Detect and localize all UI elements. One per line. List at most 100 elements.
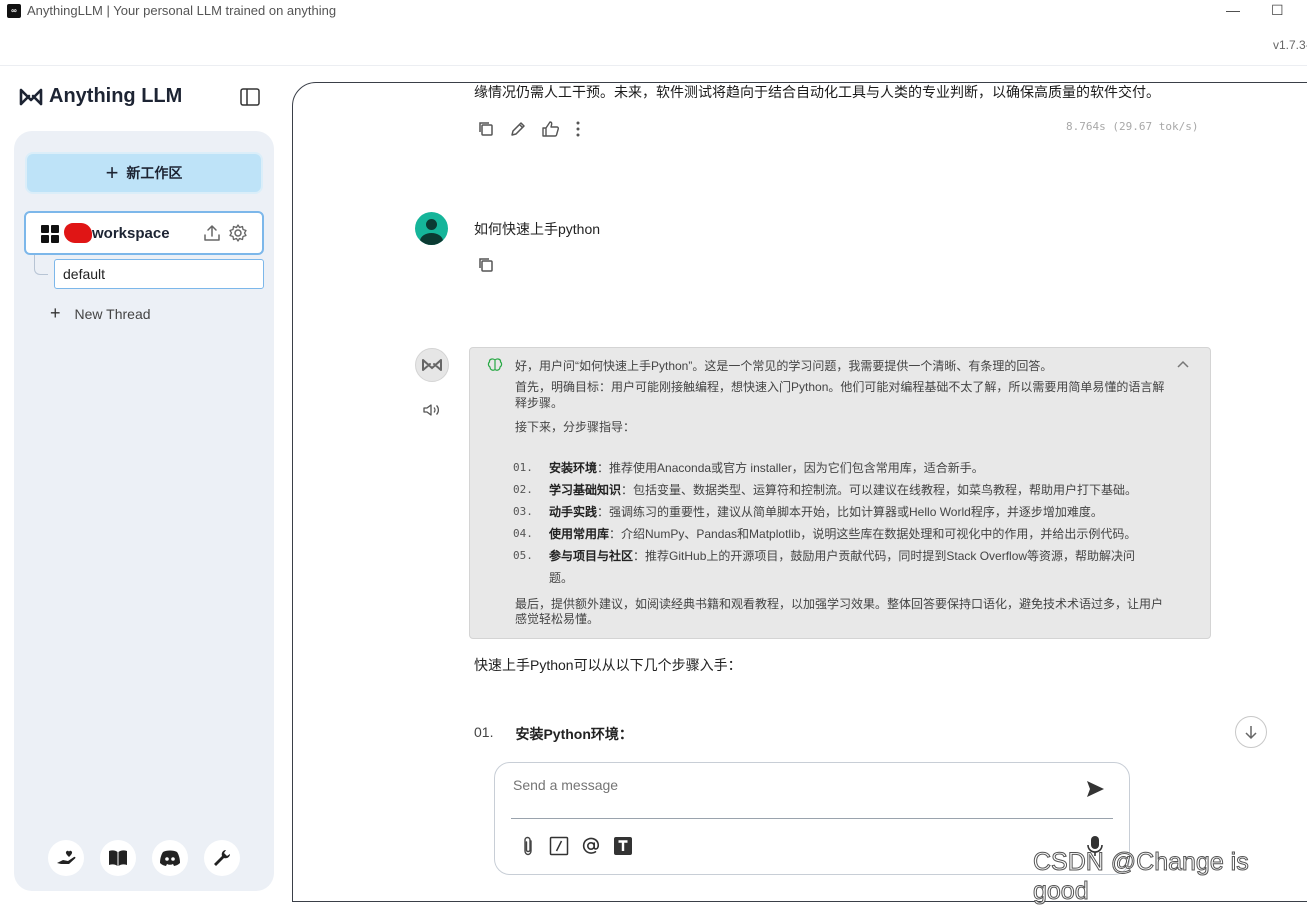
upload-button[interactable] [202, 223, 222, 248]
send-icon [1087, 781, 1104, 797]
thinking-step: 03. 动手实践：强调练习的重要性，建议从简单脚本开始，比如计算器或Hello … [513, 501, 1154, 523]
minimize-button[interactable]: — [1226, 2, 1240, 18]
community-hub-button[interactable] [48, 840, 84, 876]
window-title: AnythingLLM | Your personal LLM trained … [27, 3, 337, 18]
thinking-block: 好，用户问“如何快速上手Python”。这是一个常见的学习问题，我需要提供一个清… [469, 347, 1211, 639]
sidebar-footer [48, 840, 240, 876]
workspace-panel: + 新工作区 workspace default + New Thread [14, 131, 274, 891]
wrench-icon [214, 850, 230, 866]
brain-icon [487, 357, 503, 376]
window-titlebar: ∞ AnythingLLM | Your personal LLM traine… [0, 0, 1307, 66]
thumbs-up-icon [542, 121, 559, 137]
thumbs-up-button[interactable] [541, 120, 561, 143]
new-thread-label: New Thread [74, 305, 151, 322]
composer-divider [511, 818, 1113, 819]
watermark: CSDN @Change is good [1033, 848, 1250, 906]
version-label: v1.7.3- [1273, 38, 1307, 52]
thread-item-default[interactable]: default [54, 259, 264, 289]
step-number: 03. [513, 505, 533, 518]
new-workspace-button[interactable]: + 新工作区 [25, 152, 263, 194]
answer-step-label: 安装Python环境： [515, 726, 633, 742]
discord-icon [160, 850, 180, 866]
thinking-step: 01. 安装环境：推荐使用Anaconda或官方 installer，因为它们包… [513, 457, 1154, 479]
thinking-step: 05. 参与项目与社区：推荐GitHub上的开源项目，鼓励用户贡献代码，同时提到… [513, 545, 1154, 589]
chevron-up-icon [1177, 360, 1189, 368]
send-button[interactable] [1085, 779, 1105, 804]
thinking-steps: 01. 安装环境：推荐使用Anaconda或官方 installer，因为它们包… [513, 457, 1154, 589]
step-title: 安装环境 [549, 461, 598, 475]
at-sign-icon [582, 837, 600, 854]
step-text: ：强调练习的重要性，建议从简单脚本开始，比如计算器或Hello World程序，… [597, 505, 1103, 519]
chat-area: 缘情况仍需人工干预。未来，软件测试将趋向于结合自动化工具与人类的专业判断，以确保… [292, 82, 1307, 902]
settings-button[interactable] [204, 840, 240, 876]
more-options-button[interactable] [575, 120, 581, 143]
thread-connector [34, 255, 48, 275]
answer-step: 01. 安装Python环境： [474, 724, 633, 744]
step-title: 参与项目与社区 [549, 549, 634, 563]
step-title: 使用常用库 [549, 527, 610, 541]
user-message-actions [477, 256, 495, 279]
thinking-step: 02. 学习基础知识：包括变量、数据类型、运算符和控制流。可以建议在线教程，如菜… [513, 479, 1154, 501]
copy-button[interactable] [477, 120, 495, 143]
assistant-avatar [415, 348, 449, 382]
text-to-speech-button[interactable] [422, 401, 442, 424]
slash-command-icon [549, 836, 569, 856]
plus-icon: + [50, 303, 61, 323]
hand-heart-icon [57, 850, 76, 864]
redaction-mark [64, 223, 92, 243]
thinking-paragraph: 首先，明确目标：用户可能刚接触编程，想快速入门Python。他们可能对编程基础不… [515, 380, 1165, 410]
anythingllm-logo-icon [422, 359, 442, 371]
answer-step-number: 01. [474, 724, 494, 740]
book-icon [109, 850, 127, 866]
paperclip-icon [524, 836, 532, 856]
sidebar: Anything LLM + 新工作区 workspace default + … [0, 67, 290, 891]
gear-icon [229, 224, 247, 242]
user-message: 如何快速上手python [474, 221, 601, 237]
step-text: ：包括变量、数据类型、运算符和控制流。可以建议在线教程，如菜鸟教程，帮助用户打下… [621, 483, 1138, 497]
pencil-icon [511, 122, 525, 136]
slash-command-button[interactable] [549, 836, 569, 861]
assistant-answer: 快速上手Python可以从以下几个步骤入手： [474, 657, 742, 673]
text-size-button[interactable] [613, 836, 633, 861]
sidebar-toggle-button[interactable] [239, 87, 261, 112]
grid-icon [41, 225, 59, 243]
attach-button[interactable] [519, 835, 537, 862]
step-title: 动手实践 [549, 505, 598, 519]
step-text: ：推荐使用Anaconda或官方 installer，因为它们包含常用库，适合新… [597, 461, 984, 475]
discord-button[interactable] [152, 840, 188, 876]
step-number: 04. [513, 527, 533, 540]
speaker-icon [423, 404, 440, 416]
app-icon: ∞ [7, 4, 21, 18]
edit-button[interactable] [509, 120, 527, 143]
agent-mention-button[interactable] [581, 836, 601, 861]
collapse-thinking-button[interactable] [1176, 358, 1190, 372]
logo-icon [19, 88, 43, 105]
workspace-settings-button[interactable] [228, 223, 248, 248]
maximize-button[interactable]: ☐ [1271, 2, 1284, 19]
upload-icon [204, 225, 220, 241]
previous-response-text: 缘情况仍需人工干预。未来，软件测试将趋向于结合自动化工具与人类的专业判断，以确保… [474, 84, 1160, 100]
composer-tools [519, 835, 633, 862]
copy-button[interactable] [477, 256, 495, 279]
arrow-down-icon [1245, 726, 1257, 740]
plus-icon: + [105, 160, 119, 185]
logo: Anything LLM [19, 85, 182, 108]
user-avatar [415, 212, 448, 245]
thinking-intro: 好，用户问“如何快速上手Python”。这是一个常见的学习问题，我需要提供一个清… [515, 359, 1053, 373]
new-thread-button[interactable]: + New Thread [50, 303, 151, 324]
docs-button[interactable] [100, 840, 136, 876]
sidebar-toggle-icon [240, 88, 260, 106]
new-workspace-label: 新工作区 [126, 165, 183, 181]
step-text: ：介绍NumPy、Pandas和Matplotlib，说明这些库在数据处理和可视… [609, 527, 1137, 541]
step-number: 01. [513, 461, 533, 474]
response-timing: 8.764s (29.67 tok/s) [1066, 120, 1199, 133]
more-vertical-icon [576, 121, 580, 137]
workspace-name: workspace [92, 225, 170, 242]
scroll-to-bottom-button[interactable] [1235, 716, 1267, 748]
step-number: 05. [513, 549, 533, 562]
logo-text: Anything LLM [49, 85, 183, 107]
thinking-conclusion: 最后，提供额外建议，如阅读经典书籍和观看教程，以加强学习效果。整体回答要保持口语… [515, 597, 1164, 626]
workspace-item[interactable]: workspace [24, 211, 264, 255]
message-input[interactable] [513, 777, 1073, 793]
step-title: 学习基础知识 [549, 483, 622, 497]
